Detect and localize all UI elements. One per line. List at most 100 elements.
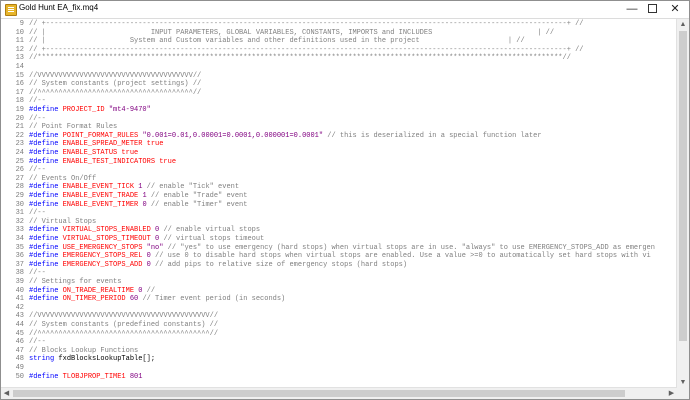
scrollbar-corner bbox=[677, 388, 689, 399]
code-editor[interactable]: 9 // +-----------------------------------… bbox=[1, 19, 677, 388]
code-line[interactable]: 29 #define ENABLE_EVENT_TRADE 1 // enable… bbox=[1, 192, 677, 201]
code-line[interactable]: 20 //-- bbox=[1, 115, 677, 124]
code-text: #define ON_TIMER_PERIOD 60 // Timer even… bbox=[29, 295, 285, 304]
code-line[interactable]: 49 bbox=[1, 364, 677, 373]
close-button[interactable]: ✕ bbox=[666, 1, 684, 18]
code-line[interactable]: 47 // Blocks Lookup Functions bbox=[1, 347, 677, 356]
code-line[interactable]: 23 #define ENABLE_SPREAD_METER true bbox=[1, 140, 677, 149]
maximize-button[interactable] bbox=[643, 1, 661, 18]
code-line[interactable]: 31 //-- bbox=[1, 209, 677, 218]
code-line[interactable]: 21 // Point Format Rules bbox=[1, 123, 677, 132]
code-line[interactable]: 9 // +-----------------------------------… bbox=[1, 20, 677, 29]
code-line[interactable]: 46 //-- bbox=[1, 338, 677, 347]
code-text: #define ON_TRADE_REALTIME 0 // bbox=[29, 287, 155, 296]
scroll-down-button[interactable]: ▼ bbox=[677, 377, 689, 388]
code-text: #define ENABLE_EVENT_TICK 1 // enable "T… bbox=[29, 183, 239, 192]
line-number: 44 bbox=[15, 321, 24, 329]
line-number: 24 bbox=[15, 149, 24, 157]
code-line[interactable]: 17 //^^^^^^^^^^^^^^^^^^^^^^^^^^^^^^^^^^^^… bbox=[1, 89, 677, 98]
code-line[interactable]: 40 #define ON_TRADE_REALTIME 0 // bbox=[1, 287, 677, 296]
code-line[interactable]: 18 //-- bbox=[1, 97, 677, 106]
code-line[interactable]: 37 #define EMERGENCY_STOPS_ADD 0 // add p… bbox=[1, 261, 677, 270]
code-token: ENABLE_EVENT_TICK bbox=[62, 183, 135, 192]
code-line[interactable]: 25 #define ENABLE_TEST_INDICATORS true bbox=[1, 158, 677, 167]
code-token: // Blocks Lookup Functions bbox=[29, 346, 139, 355]
code-token: // Virtual Stops bbox=[29, 217, 97, 226]
line-number: 30 bbox=[15, 200, 24, 209]
code-token: // add pips to relative size of emergenc… bbox=[155, 260, 408, 269]
code-token: #define bbox=[29, 192, 59, 200]
code-line[interactable]: 42 bbox=[1, 304, 677, 313]
horizontal-scrollbar[interactable]: ◀ ▶ bbox=[1, 387, 677, 399]
code-token: // +------------------------------------… bbox=[29, 45, 584, 54]
code-line[interactable]: 38 //-- bbox=[1, 269, 677, 278]
code-line[interactable]: 24 #define ENABLE_STATUS true bbox=[1, 149, 677, 158]
code-line[interactable]: 32 // Virtual Stops bbox=[1, 218, 677, 227]
code-line[interactable]: 19 #define PROJECT_ID "mt4-9470" bbox=[1, 106, 677, 115]
code-line[interactable]: 27 // Events On/Off bbox=[1, 175, 677, 184]
code-text: #define ENABLE_EVENT_TIMER 0 // enable "… bbox=[29, 201, 247, 210]
code-text: //^^^^^^^^^^^^^^^^^^^^^^^^^^^^^^^^^^^^^^… bbox=[29, 330, 218, 339]
code-line[interactable]: 50 #define TLOBJPROP_TIME1 801 bbox=[1, 373, 677, 382]
code-text: //VVVVVVVVVVVVVVVVVVVVVVVVVVVVVVVVVVVVVV… bbox=[29, 312, 218, 321]
code-line[interactable]: 15 //VVVVVVVVVVVVVVVVVVVVVVVVVVVVVVVVVVVV… bbox=[1, 72, 677, 81]
code-text: //VVVVVVVVVVVVVVVVVVVVVVVVVVVVVVVVVVVVV/… bbox=[29, 72, 201, 81]
code-token: VIRTUAL_STOPS_TIMEOUT bbox=[62, 235, 151, 243]
code-text: //-- bbox=[29, 269, 46, 278]
code-text: // Settings for events bbox=[29, 278, 121, 287]
code-line[interactable]: 33 #define VIRTUAL_STOPS_ENABLED 0 // ena… bbox=[1, 226, 677, 235]
code-token: // System constants (predefined constant… bbox=[29, 321, 219, 329]
line-number: 27 bbox=[15, 174, 24, 183]
code-line[interactable]: 22 #define POINT_FORMAT_RULES "0.001=0.01… bbox=[1, 132, 677, 141]
line-number: 48 bbox=[15, 355, 24, 364]
code-line[interactable]: 41 #define ON_TIMER_PERIOD 60 // Timer ev… bbox=[1, 295, 677, 304]
code-line[interactable]: 30 #define ENABLE_EVENT_TIMER 0 // enable… bbox=[1, 201, 677, 210]
horizontal-scroll-thumb[interactable] bbox=[13, 390, 625, 397]
code-line[interactable]: 34 #define VIRTUAL_STOPS_TIMEOUT 0 // vir… bbox=[1, 235, 677, 244]
code-token: //VVVVVVVVVVVVVVVVVVVVVVVVVVVVVVVVVVVVVV… bbox=[29, 312, 219, 321]
code-token: 801 bbox=[129, 372, 143, 381]
line-number: 29 bbox=[15, 192, 24, 200]
scroll-up-button[interactable]: ▲ bbox=[677, 19, 689, 30]
scroll-left-button[interactable]: ◀ bbox=[1, 388, 12, 399]
code-text: #define POINT_FORMAT_RULES "0.001=0.01,0… bbox=[29, 132, 542, 141]
code-line[interactable]: 35 #define USE_EMERGENCY_STOPS "no" // "y… bbox=[1, 244, 677, 253]
code-line[interactable]: 39 // Settings for events bbox=[1, 278, 677, 287]
code-line[interactable]: 26 //-- bbox=[1, 166, 677, 175]
code-token: #define bbox=[29, 252, 59, 261]
code-token: EMERGENCY_STOPS_ADD bbox=[62, 260, 143, 269]
code-line[interactable]: 45 //^^^^^^^^^^^^^^^^^^^^^^^^^^^^^^^^^^^^… bbox=[1, 330, 677, 339]
code-token: // enable "Trade" event bbox=[150, 192, 248, 200]
code-line[interactable]: 44 // System constants (predefined consta… bbox=[1, 321, 677, 330]
line-number: 31 bbox=[15, 209, 24, 218]
code-token: true bbox=[159, 157, 177, 166]
scroll-right-button[interactable]: ▶ bbox=[666, 388, 677, 399]
minimize-button[interactable]: — bbox=[623, 1, 641, 18]
code-token: PROJECT_ID bbox=[62, 106, 105, 114]
code-line[interactable]: 16 // System constants (project settings)… bbox=[1, 80, 677, 89]
line-number: 32 bbox=[15, 217, 24, 226]
code-line[interactable]: 11 // | System and Custom variables and o… bbox=[1, 37, 677, 46]
line-number: 16 bbox=[15, 80, 24, 89]
title-bar[interactable]: Gold Hunt EA_fix.mq4 — ✕ bbox=[1, 1, 689, 19]
code-token: #define bbox=[29, 372, 59, 381]
code-line[interactable]: 43 //VVVVVVVVVVVVVVVVVVVVVVVVVVVVVVVVVVVV… bbox=[1, 312, 677, 321]
code-token: // +------------------------------------… bbox=[29, 20, 584, 28]
vertical-scrollbar[interactable]: ▲ ▼ bbox=[676, 19, 689, 388]
code-line[interactable]: 13 //************************************… bbox=[1, 54, 677, 63]
code-line[interactable]: 10 // | INPUT PARAMETERS, GLOBAL VARIABLE… bbox=[1, 29, 677, 38]
line-number: 45 bbox=[15, 329, 24, 338]
code-line[interactable]: 48 string fxdBlocksLookupTable[]; bbox=[1, 355, 677, 364]
line-number: 33 bbox=[15, 226, 24, 235]
code-line[interactable]: 28 #define ENABLE_EVENT_TICK 1 // enable … bbox=[1, 183, 677, 192]
code-token: ENABLE_STATUS bbox=[62, 149, 118, 157]
vertical-scroll-thumb[interactable] bbox=[679, 31, 687, 341]
code-text: // Virtual Stops bbox=[29, 218, 96, 227]
code-token: true bbox=[121, 149, 139, 157]
code-token: #define bbox=[29, 286, 59, 295]
line-number: 38 bbox=[15, 269, 24, 278]
code-token: // enable "Timer" event bbox=[150, 200, 248, 209]
code-line[interactable]: 12 // +----------------------------------… bbox=[1, 46, 677, 55]
code-line[interactable]: 36 #define EMERGENCY_STOPS_REL 0 // use 0… bbox=[1, 252, 677, 261]
code-line[interactable]: 14 bbox=[1, 63, 677, 72]
